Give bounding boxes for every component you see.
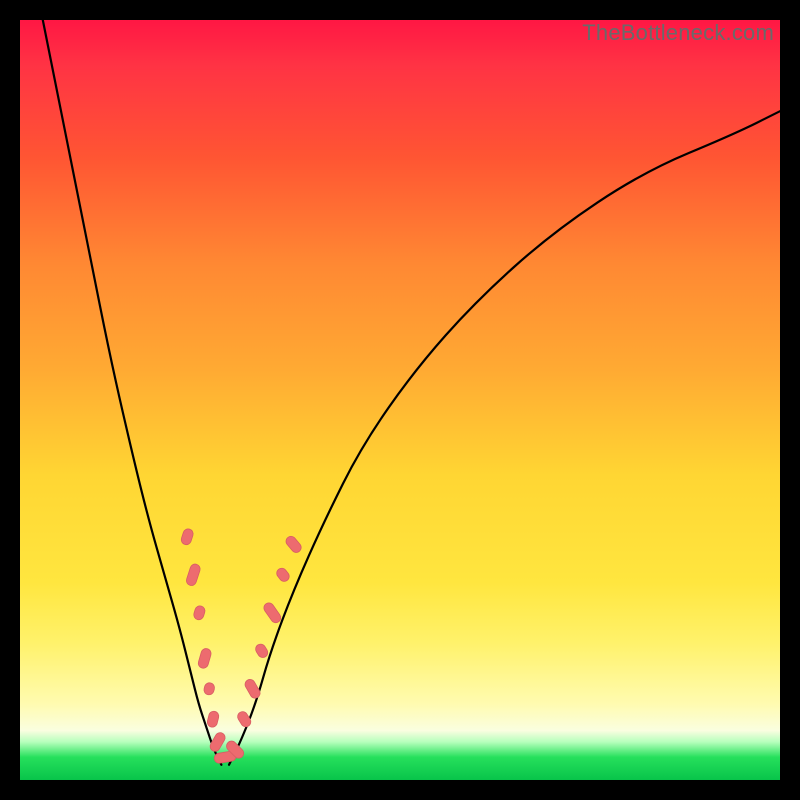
highlight-marker: [185, 563, 201, 587]
highlight-marker: [284, 534, 303, 554]
chart-svg: [20, 20, 780, 780]
curve-layer: [43, 20, 780, 765]
curve-left-branch: [43, 20, 222, 765]
highlight-marker: [275, 566, 291, 583]
highlight-marker: [262, 601, 283, 625]
highlight-marker: [197, 647, 212, 669]
highlight-marker: [180, 528, 194, 546]
curve-right-branch: [229, 111, 780, 765]
highlight-marker: [236, 710, 253, 729]
highlight-marker: [193, 605, 207, 621]
marker-layer: [180, 528, 303, 764]
chart-area: TheBottleneck.com: [20, 20, 780, 780]
highlight-marker: [254, 642, 270, 659]
highlight-marker: [203, 682, 216, 696]
highlight-marker: [206, 710, 220, 728]
